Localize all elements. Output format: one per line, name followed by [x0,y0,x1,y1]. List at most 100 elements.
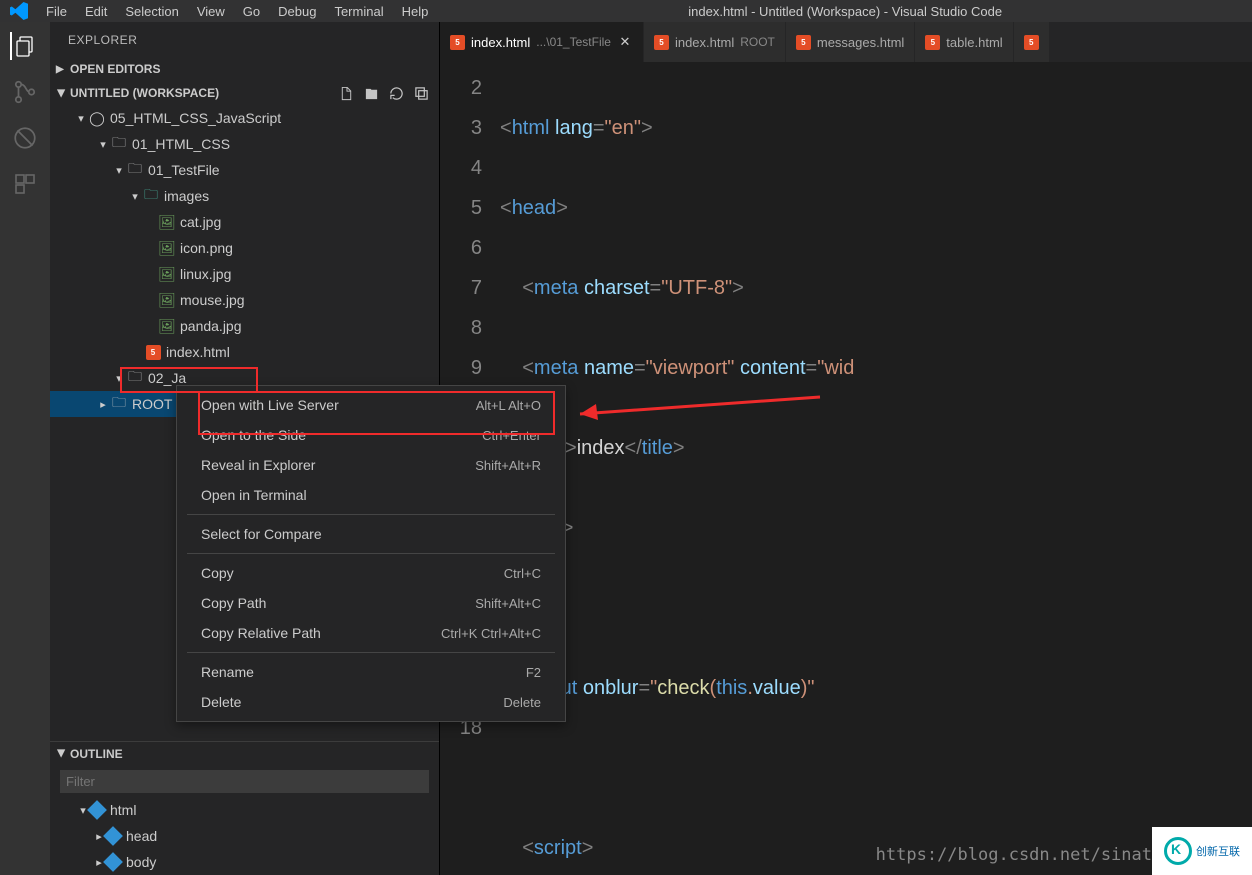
outline-section[interactable]: ▶OUTLINE [50,742,439,766]
close-icon[interactable]: ✕ [617,34,633,50]
refresh-icon[interactable] [389,86,404,101]
ctx-open-terminal[interactable]: Open in Terminal [177,480,565,510]
ctx-open-side[interactable]: Open to the Side Ctrl+Enter [177,420,565,450]
debug-icon[interactable] [11,124,39,152]
brand-label: 创新互联 [1196,843,1240,859]
source-control-icon[interactable] [11,78,39,106]
folder-label: images [164,188,209,204]
symbol-icon [103,826,123,846]
file-label: index.html [166,344,230,360]
html-file-icon: 5 [925,35,940,50]
tree-file[interactable]: 🖼panda.jpg [50,313,439,339]
tab-table-html[interactable]: 5 table.html [915,22,1013,62]
open-editors-section[interactable]: ▶OPEN EDITORS [50,57,439,81]
ctx-label: Delete [201,694,241,710]
folder-label: 01_TestFile [148,162,220,178]
workspace-label: UNTITLED (WORKSPACE) [70,86,219,100]
outline-filter-input[interactable] [60,770,429,793]
open-editors-label: OPEN EDITORS [70,62,160,76]
ctx-label: Open with Live Server [201,397,339,413]
ctx-delete[interactable]: DeleteDelete [177,687,565,717]
ctx-shortcut: Shift+Alt+C [475,596,541,611]
tab-label: table.html [946,35,1002,50]
ctx-label: Select for Compare [201,526,322,542]
ctx-shortcut: Ctrl+C [504,566,541,581]
explorer-icon[interactable] [10,32,38,60]
tab-label: index.html [675,35,734,50]
menu-edit[interactable]: Edit [77,2,115,21]
ctx-shortcut: Ctrl+Enter [482,428,541,443]
tab-messages-html[interactable]: 5 messages.html [786,22,915,62]
tab-desc: ...\01_TestFile [536,35,611,49]
watermark-text: https://blog.csdn.net/sinat [876,845,1152,865]
ctx-separator [187,514,555,515]
extensions-icon[interactable] [11,170,39,198]
ctx-shortcut: F2 [526,665,541,680]
tab-index-html-testfile[interactable]: 5 index.html ...\01_TestFile ✕ [440,22,644,62]
file-label: icon.png [180,240,233,256]
tree-folder-root[interactable]: ▾◯05_HTML_CSS_JavaScript [50,105,439,131]
ctx-rename[interactable]: Rename F2 [177,657,565,687]
ctx-label: Copy Relative Path [201,625,321,641]
ctx-shortcut: Shift+Alt+R [475,458,541,473]
ctx-label: Copy [201,565,234,581]
tab-index-html-root[interactable]: 5 index.html ROOT [644,22,786,62]
brand-logo-icon [1164,837,1192,865]
file-label: linux.jpg [180,266,231,282]
ctx-select-compare[interactable]: Select for Compare [177,519,565,549]
context-menu: Open with Live ServerAlt+L Alt+O Open to… [176,385,566,722]
tree-folder-images[interactable]: ▾🗀images [50,183,439,209]
tree-folder-d1[interactable]: ▾🗀01_HTML_CSS [50,131,439,157]
new-folder-icon[interactable] [364,86,379,101]
collapse-icon[interactable] [414,86,429,101]
ctx-shortcut: Ctrl+K Ctrl+Alt+C [441,626,541,641]
workspace-section[interactable]: ▶UNTITLED (WORKSPACE) [50,81,439,105]
folder-label: ROOT [132,396,172,412]
tree-file-index-html[interactable]: 5index.html [50,339,439,365]
menubar: File Edit Selection View Go Debug Termin… [0,0,1252,22]
tree-file[interactable]: 🖼mouse.jpg [50,287,439,313]
window-title: index.html - Untitled (Workspace) - Visu… [438,4,1252,19]
ctx-copy[interactable]: Copy Ctrl+C [177,558,565,588]
ctx-copy-path[interactable]: Copy PathShift+Alt+C [177,588,565,618]
activity-bar [0,22,50,875]
ctx-open-live-server[interactable]: Open with Live ServerAlt+L Alt+O [177,390,565,420]
new-file-icon[interactable] [339,86,354,101]
tab-overflow[interactable]: 5 [1014,22,1050,62]
ctx-copy-relative-path[interactable]: Copy Relative Path Ctrl+K Ctrl+Alt+C [177,618,565,648]
file-label: panda.jpg [180,318,242,334]
menu-view[interactable]: View [189,2,233,21]
ctx-reveal-explorer[interactable]: Reveal in Explorer Shift+Alt+R [177,450,565,480]
folder-label: 05_HTML_CSS_JavaScript [110,110,281,126]
menu-file[interactable]: File [38,2,75,21]
html-file-icon: 5 [450,35,465,50]
outline-item-label: html [110,802,136,818]
tab-desc: ROOT [740,35,775,49]
menu-debug[interactable]: Debug [270,2,324,21]
menu-help[interactable]: Help [394,2,437,21]
ctx-separator [187,652,555,653]
menu-terminal[interactable]: Terminal [326,2,391,21]
outline-item[interactable]: ▸body [50,849,439,875]
code-lines[interactable]: <html lang="en"> <head> <meta charset="U… [500,62,1252,875]
html-file-icon: 5 [654,35,669,50]
tree-file[interactable]: 🖼linux.jpg [50,261,439,287]
html-file-icon: 5 [796,35,811,50]
outline-item[interactable]: ▸head [50,823,439,849]
outline-item-label: head [126,828,157,844]
symbol-icon [103,852,123,872]
outline-item-label: body [126,854,156,870]
tree-folder-d2[interactable]: ▾🗀01_TestFile [50,157,439,183]
tree-file[interactable]: 🖼icon.png [50,235,439,261]
menu-go[interactable]: Go [235,2,268,21]
ctx-label: Reveal in Explorer [201,457,315,473]
symbol-icon [87,800,107,820]
ctx-label: Open to the Side [201,427,306,443]
ctx-label: Rename [201,664,254,680]
tree-file[interactable]: 🖼cat.jpg [50,209,439,235]
outline-item[interactable]: ▾html [50,797,439,823]
menu-selection[interactable]: Selection [117,2,186,21]
outline-label: OUTLINE [70,747,123,761]
folder-label: 02_Ja [148,370,186,386]
tab-label: messages.html [817,35,904,50]
